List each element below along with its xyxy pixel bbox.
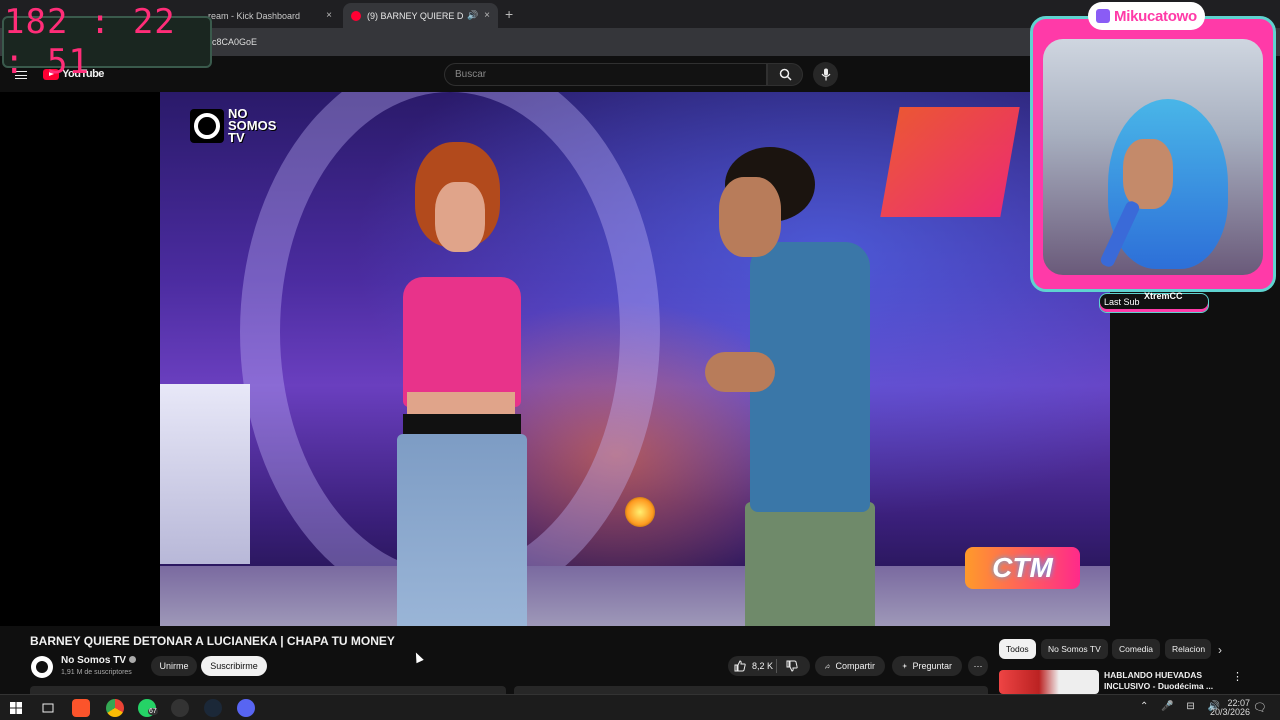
- recommended-more-icon[interactable]: ⋮: [1232, 670, 1243, 683]
- notification-icon[interactable]: 🗨: [1253, 701, 1267, 714]
- video-player[interactable]: NO SOMOS TV CTM: [0, 92, 1110, 626]
- voice-search-button[interactable]: [813, 62, 838, 87]
- tab-kick-dashboard[interactable]: ream - Kick Dashboard ×: [200, 3, 340, 28]
- chevron-right-icon[interactable]: ›: [1218, 643, 1222, 657]
- obs-icon[interactable]: [171, 699, 189, 717]
- last-sub-label: Last Sub: [1104, 297, 1140, 307]
- description-panel-edge: [30, 686, 506, 694]
- search-input[interactable]: [445, 64, 766, 85]
- thumbs-up-icon: [734, 660, 746, 672]
- thumbs-down-icon[interactable]: [786, 660, 798, 672]
- streamer-name: Mikucatowo: [1114, 7, 1197, 25]
- no-somos-tv-watermark: NO SOMOS TV: [190, 106, 288, 145]
- windows-taskbar: 67 ⌃ 🎤 ⊟ 🔊 22:07 20/3/2026 🗨: [0, 694, 1280, 720]
- channel-name-row[interactable]: No Somos TV: [61, 655, 137, 666]
- channel-name[interactable]: No Somos TV: [61, 655, 126, 666]
- video-title: BARNEY QUIERE DETONAR A LUCIANEKA | CHAP…: [30, 634, 395, 648]
- whatsapp-badge: 67: [148, 708, 158, 715]
- discord-icon[interactable]: [237, 699, 255, 717]
- streamer-name-badge: Mikucatowo: [1088, 2, 1205, 30]
- video-frame: NO SOMOS TV CTM: [160, 92, 1110, 626]
- mouse-cursor-icon: [412, 650, 424, 664]
- verified-icon: [129, 656, 137, 663]
- subscribe-button[interactable]: Suscribirme: [201, 656, 267, 676]
- tab-close-icon[interactable]: ×: [326, 10, 332, 21]
- search-button[interactable]: [767, 63, 803, 86]
- new-tab-button[interactable]: +: [505, 6, 513, 22]
- twitch-icon: [1096, 9, 1110, 23]
- like-count: 8,2 K: [752, 661, 774, 671]
- tab-close-icon[interactable]: ×: [484, 10, 490, 21]
- last-sub-widget: Last Sub XtremCC: [1099, 291, 1209, 313]
- recommended-title[interactable]: HABLANDO HUEVADAS INCLUSIVO - Duodécima …: [1104, 670, 1214, 692]
- like-button[interactable]: 8,2 K: [728, 656, 810, 676]
- no-somos-tv-logo-icon: [190, 109, 224, 143]
- youtube-favicon-icon: [351, 10, 361, 21]
- man-figure: [705, 147, 875, 626]
- no-somos-tv-logo-text: NO SOMOS TV: [228, 106, 277, 145]
- search-box: [444, 63, 767, 86]
- webcam-feed: [1043, 39, 1263, 275]
- address-url: c8CA0GoE: [212, 37, 258, 47]
- recommended-thumbnail[interactable]: [999, 670, 1099, 694]
- task-view-icon[interactable]: [39, 699, 57, 717]
- woman-figure: [385, 142, 545, 626]
- ctm-show-logo: CTM: [965, 547, 1080, 589]
- channel-avatar[interactable]: [31, 656, 53, 678]
- subscriber-count: 1,91 M de suscriptores: [61, 669, 132, 676]
- webcam-overlay: [1030, 16, 1276, 292]
- windows-start-icon[interactable]: [7, 699, 25, 717]
- speaker-icon[interactable]: 🔊: [467, 10, 478, 21]
- chip-related[interactable]: Relacion: [1165, 639, 1211, 659]
- last-sub-name: XtremCC: [1144, 291, 1183, 301]
- search-icon: [779, 68, 792, 81]
- stage-sign: [880, 107, 1020, 217]
- share-label: Compartir: [835, 661, 875, 671]
- chip-no-somos-tv[interactable]: No Somos TV: [1041, 639, 1108, 659]
- join-button[interactable]: Unirme: [151, 656, 197, 676]
- share-icon: [825, 663, 831, 669]
- more-actions-button[interactable]: ⋯: [968, 656, 988, 676]
- chip-comedy[interactable]: Comedia: [1112, 639, 1161, 659]
- chrome-icon[interactable]: [106, 699, 124, 717]
- stage-light: [625, 497, 655, 527]
- share-button[interactable]: Compartir: [815, 656, 885, 676]
- brave-browser-icon[interactable]: [72, 699, 90, 717]
- tab-youtube-video[interactable]: (9) BARNEY QUIERE DETON 🔊 ×: [343, 3, 498, 28]
- comments-panel-edge: [514, 686, 988, 694]
- whatsapp-icon[interactable]: 67: [138, 699, 158, 717]
- podium: [160, 384, 250, 564]
- chip-all[interactable]: Todos: [999, 639, 1036, 659]
- steam-icon[interactable]: [204, 699, 222, 717]
- stream-timer: 182 : 22 : 51: [2, 2, 212, 82]
- timer-value: 182 : 22 : 51: [4, 2, 176, 82]
- tab-label: ream - Kick Dashboard: [208, 10, 301, 21]
- microphone-icon: [821, 68, 830, 81]
- tab-label: (9) BARNEY QUIERE DETON: [367, 10, 463, 21]
- clock-date: 20/3/2026: [1209, 707, 1250, 717]
- ask-label: Preguntar: [912, 661, 952, 671]
- sparkle-icon: [902, 663, 908, 669]
- screen: ream - Kick Dashboard × (9) BARNEY QUIER…: [0, 0, 1280, 720]
- clock[interactable]: 22:07 20/3/2026: [1210, 699, 1250, 717]
- ask-button[interactable]: Preguntar: [892, 656, 962, 676]
